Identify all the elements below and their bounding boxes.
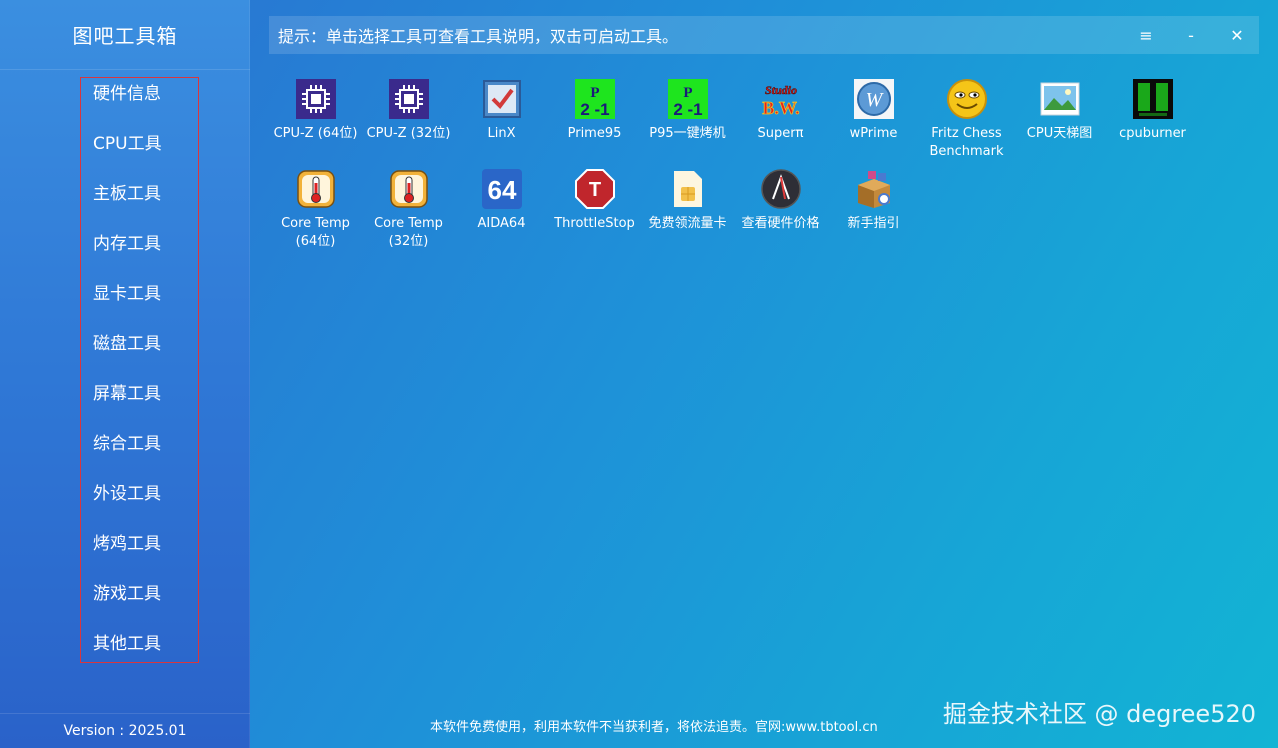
- minimize-button[interactable]: -: [1174, 16, 1208, 54]
- nav-item-peripheral-tools[interactable]: 外设工具: [93, 482, 161, 506]
- tool-wprime[interactable]: W wPrime: [827, 78, 920, 143]
- svg-text:2 -1: 2 -1: [673, 100, 702, 119]
- sim-card-icon: [667, 168, 709, 210]
- tool-label: 查看硬件价格: [741, 216, 820, 231]
- tool-label: CPU-Z (32位): [366, 126, 451, 141]
- thermometer-icon: [388, 168, 430, 210]
- tool-cpuburner[interactable]: cpuburner: [1106, 78, 1199, 143]
- tool-aida64[interactable]: 64 AIDA64: [455, 168, 548, 233]
- cpuz-icon: [295, 78, 337, 120]
- tool-label: ThrottleStop: [554, 216, 635, 231]
- tool-cpuz-64[interactable]: CPU-Z (64位): [269, 78, 362, 143]
- nav-item-other-tools[interactable]: 其他工具: [93, 632, 161, 656]
- app-title: 图吧工具箱: [0, 0, 250, 70]
- nav-item-cpu-tools[interactable]: CPU工具: [93, 132, 162, 156]
- tool-label: Prime95: [567, 126, 622, 141]
- tool-p95-one-click[interactable]: P2 -1 P95一键烤机: [641, 78, 734, 143]
- thermometer-icon: [295, 168, 337, 210]
- svg-text:W: W: [865, 89, 884, 111]
- nav-item-disk-tools[interactable]: 磁盘工具: [93, 332, 161, 356]
- tool-label: Fritz Chess Benchmark: [929, 126, 1004, 159]
- tool-core-temp-32[interactable]: Core Temp (32位): [362, 168, 455, 251]
- svg-text:P: P: [590, 85, 599, 101]
- tool-label: CPU天梯图: [1026, 126, 1093, 141]
- tool-label: CPU-Z (64位): [273, 126, 358, 141]
- nav-item-screen-tools[interactable]: 屏幕工具: [93, 382, 161, 406]
- svg-text:Studio: Studio: [764, 83, 796, 97]
- hint-bar: 提示：单击选择工具可查看工具说明，双击可启动工具。: [269, 16, 1259, 54]
- svg-text:T: T: [588, 179, 600, 201]
- tool-core-temp-64[interactable]: Core Temp (64位): [269, 168, 362, 251]
- linx-icon: [481, 78, 523, 120]
- tool-label: 新手指引: [847, 216, 900, 231]
- category-nav: 硬件信息 CPU工具 主板工具 内存工具 显卡工具 磁盘工具 屏幕工具 综合工具…: [80, 77, 199, 663]
- prime95-icon: P2 -1: [574, 78, 616, 120]
- aida64-icon: 64: [481, 168, 523, 210]
- tool-label: 免费领流量卡: [648, 216, 727, 231]
- tool-label: Superπ: [757, 126, 804, 141]
- tool-linx[interactable]: LinX: [455, 78, 548, 143]
- tool-label: AIDA64: [477, 216, 526, 231]
- tool-label: LinX: [487, 126, 516, 141]
- price-icon: [760, 168, 802, 210]
- tool-label: Core Temp (32位): [374, 216, 443, 249]
- svg-text:64: 64: [487, 175, 516, 205]
- tool-cpuz-32[interactable]: CPU-Z (32位): [362, 78, 455, 143]
- superpi-icon: Studio B.W.: [760, 78, 802, 120]
- tool-label: Core Temp (64位): [281, 216, 350, 249]
- tool-hardware-price[interactable]: 查看硬件价格: [734, 168, 827, 233]
- svg-text:2 -1: 2 -1: [580, 100, 609, 119]
- watermark: 掘金技术社区 @ degree520: [942, 700, 1256, 728]
- tool-fritz-chess[interactable]: Fritz Chess Benchmark: [920, 78, 1013, 161]
- tool-label: cpuburner: [1119, 126, 1186, 141]
- cpuz-icon: [388, 78, 430, 120]
- tool-superpi[interactable]: Studio B.W. Superπ: [734, 78, 827, 143]
- tool-label: P95一键烤机: [649, 126, 726, 141]
- guide-box-icon: [853, 168, 895, 210]
- prime95-icon: P2 -1: [667, 78, 709, 120]
- nav-item-hardware-info[interactable]: 硬件信息: [93, 82, 161, 106]
- tool-beginner-guide[interactable]: 新手指引: [827, 168, 920, 233]
- fritz-smiley-icon: [946, 78, 988, 120]
- nav-item-general-tools[interactable]: 综合工具: [93, 432, 161, 456]
- nav-item-stress-tools[interactable]: 烤鸡工具: [93, 532, 161, 556]
- footer-notice: 本软件免费使用，利用本软件不当获利者，将依法追责。官网:www.tbtool.c…: [430, 720, 878, 735]
- throttlestop-icon: T: [574, 168, 616, 210]
- landscape-image-icon: [1039, 78, 1081, 120]
- tool-throttlestop[interactable]: T ThrottleStop: [548, 168, 641, 233]
- close-button[interactable]: ✕: [1220, 16, 1254, 54]
- tool-free-data-card[interactable]: 免费领流量卡: [641, 168, 734, 233]
- wprime-icon: W: [853, 78, 895, 120]
- nav-item-game-tools[interactable]: 游戏工具: [93, 582, 161, 606]
- tool-cpu-ladder[interactable]: CPU天梯图: [1013, 78, 1106, 143]
- nav-item-memory-tools[interactable]: 内存工具: [93, 232, 161, 256]
- nav-item-motherboard-tools[interactable]: 主板工具: [93, 182, 161, 206]
- tool-label: wPrime: [849, 126, 898, 141]
- tool-prime95[interactable]: P2 -1 Prime95: [548, 78, 641, 143]
- svg-text:P: P: [683, 85, 692, 101]
- cpuburner-icon: [1132, 78, 1174, 120]
- svg-text:B.W.: B.W.: [762, 98, 799, 118]
- version-label: Version : 2025.01: [0, 713, 250, 748]
- nav-item-gpu-tools[interactable]: 显卡工具: [93, 282, 161, 306]
- menu-button[interactable]: ≡: [1129, 16, 1163, 54]
- sidebar: 图吧工具箱 硬件信息 CPU工具 主板工具 内存工具 显卡工具 磁盘工具 屏幕工…: [0, 0, 250, 748]
- hint-text: 提示：单击选择工具可查看工具说明，双击可启动工具。: [278, 27, 679, 46]
